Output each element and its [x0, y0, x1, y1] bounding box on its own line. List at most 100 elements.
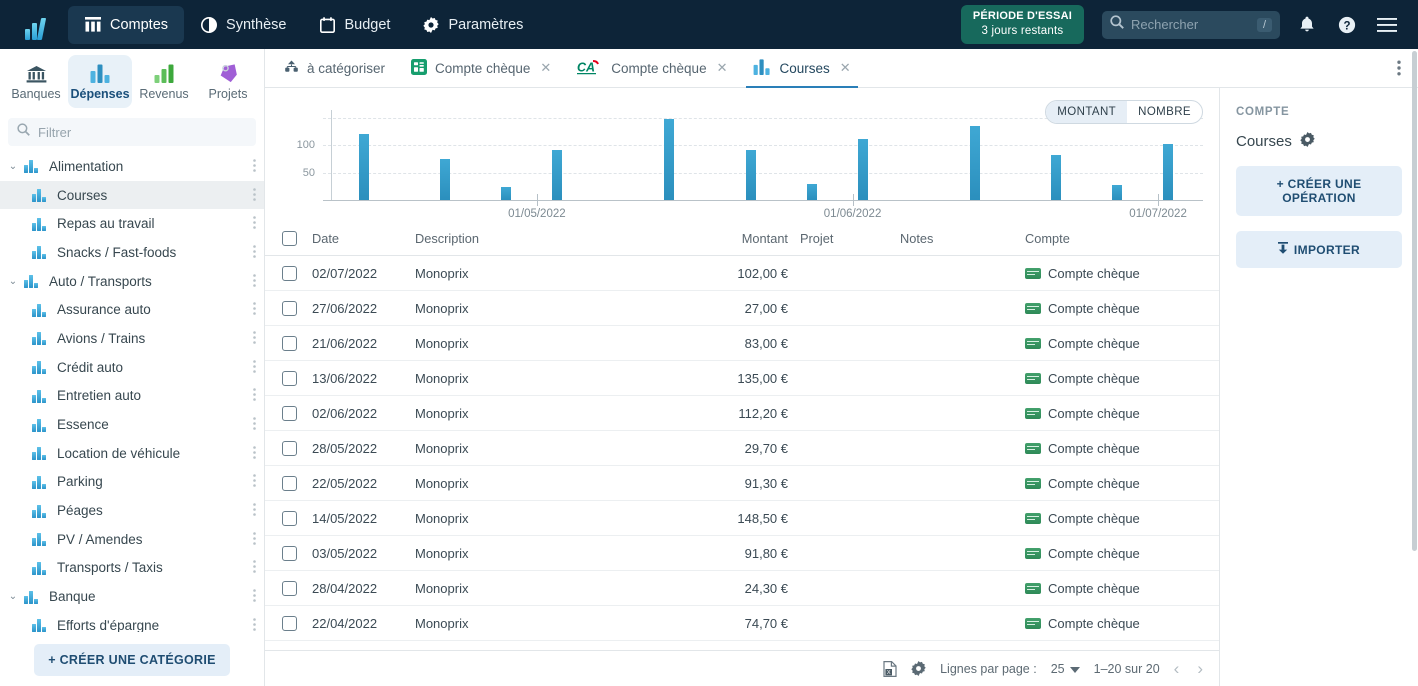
- row-checkbox[interactable]: [282, 511, 297, 526]
- table-row[interactable]: 22/05/2022Monoprix91,30 €Compte chèque: [265, 466, 1219, 501]
- select-all-checkbox[interactable]: [282, 231, 297, 246]
- table-row[interactable]: 02/07/2022Monoprix102,00 €Compte chèque: [265, 256, 1219, 291]
- chevron-down-icon[interactable]: ⌄: [6, 161, 20, 172]
- table-row[interactable]: 14/05/2022Monoprix148,50 €Compte chèque: [265, 501, 1219, 536]
- chart-bar[interactable]: [664, 119, 674, 200]
- vertical-dots-icon[interactable]: [253, 560, 256, 575]
- chart-bar[interactable]: [552, 150, 562, 200]
- table-row[interactable]: 02/06/2022Monoprix112,20 €Compte chèque: [265, 396, 1219, 431]
- vertical-dots-icon[interactable]: [253, 360, 256, 375]
- sidebar-category-item[interactable]: ⌄Banque: [0, 582, 264, 611]
- sidebar-category-item[interactable]: Essence: [0, 410, 264, 439]
- row-checkbox[interactable]: [282, 266, 297, 281]
- sidebar-mode-revenus[interactable]: Revenus: [132, 55, 196, 108]
- tab-a-categoriser[interactable]: à catégoriser: [271, 49, 398, 87]
- create-operation-button[interactable]: + CRÉER UNE OPÉRATION: [1236, 166, 1402, 216]
- sidebar-category-item[interactable]: ⌄Alimentation: [0, 152, 264, 181]
- column-header-projet[interactable]: Projet: [800, 221, 900, 256]
- close-icon[interactable]: ✕: [840, 60, 851, 76]
- chart-bar[interactable]: [858, 139, 868, 200]
- sidebar-category-item[interactable]: Snacks / Fast-foods: [0, 238, 264, 267]
- row-checkbox[interactable]: [282, 406, 297, 421]
- nav-item-parametres[interactable]: Paramètres: [406, 6, 539, 44]
- nav-item-comptes[interactable]: Comptes: [68, 6, 184, 44]
- sidebar-category-item[interactable]: Parking: [0, 468, 264, 497]
- hamburger-menu-icon[interactable]: [1370, 8, 1404, 42]
- row-checkbox[interactable]: [282, 371, 297, 386]
- vertical-dots-icon[interactable]: [253, 474, 256, 489]
- vertical-dots-icon[interactable]: [253, 159, 256, 174]
- row-checkbox[interactable]: [282, 581, 297, 596]
- chart-bar[interactable]: [1112, 185, 1122, 200]
- export-excel-icon[interactable]: X: [883, 661, 897, 677]
- table-row[interactable]: 27/06/2022Monoprix27,00 €Compte chèque: [265, 291, 1219, 326]
- sidebar-category-item[interactable]: Courses: [0, 181, 264, 210]
- search-box[interactable]: /: [1102, 11, 1280, 39]
- sidebar-filter-box[interactable]: [8, 118, 256, 146]
- bell-icon[interactable]: [1290, 8, 1324, 42]
- chart-bar[interactable]: [501, 187, 511, 200]
- row-checkbox[interactable]: [282, 441, 297, 456]
- toggle-montant[interactable]: MONTANT: [1046, 101, 1127, 123]
- chart-bar[interactable]: [359, 134, 369, 200]
- toggle-nombre[interactable]: NOMBRE: [1127, 101, 1202, 123]
- vertical-dots-icon[interactable]: [253, 331, 256, 346]
- vertical-dots-icon[interactable]: [253, 274, 256, 289]
- sidebar-category-item[interactable]: Assurance auto: [0, 295, 264, 324]
- column-header-compte[interactable]: Compte: [1025, 221, 1219, 256]
- sidebar-mode-depenses[interactable]: Dépenses: [68, 55, 132, 108]
- sidebar-category-item[interactable]: Avions / Trains: [0, 324, 264, 353]
- vertical-dots-icon[interactable]: [253, 417, 256, 432]
- chart-bar[interactable]: [746, 150, 756, 200]
- row-checkbox[interactable]: [282, 301, 297, 316]
- vertical-dots-icon[interactable]: [253, 388, 256, 403]
- chevron-right-icon[interactable]: ›: [1197, 659, 1203, 679]
- chevron-left-icon[interactable]: ‹: [1174, 659, 1180, 679]
- close-icon[interactable]: ✕: [717, 60, 728, 76]
- chart-bar[interactable]: [970, 126, 980, 200]
- chart-bar[interactable]: [440, 159, 450, 200]
- sidebar-category-item[interactable]: Location de véhicule: [0, 439, 264, 468]
- vertical-dots-icon[interactable]: [253, 589, 256, 604]
- trial-badge[interactable]: PÉRIODE D'ESSAI 3 jours restants: [961, 5, 1084, 43]
- sidebar-category-item[interactable]: Entretien auto: [0, 382, 264, 411]
- import-button[interactable]: IMPORTER: [1236, 231, 1402, 268]
- table-row[interactable]: 21/06/2022Monoprix83,00 €Compte chèque: [265, 326, 1219, 361]
- nav-item-synthese[interactable]: Synthèse: [184, 6, 302, 44]
- chart-bar[interactable]: [1051, 155, 1061, 200]
- sidebar-category-item[interactable]: Crédit auto: [0, 353, 264, 382]
- gear-icon[interactable]: [1300, 132, 1315, 151]
- table-settings-gear-icon[interactable]: [911, 661, 926, 676]
- chart-bar[interactable]: [807, 184, 817, 200]
- expenses-bar-chart[interactable]: 5010001/05/202201/06/202201/07/2022: [265, 110, 1219, 218]
- tab-compte-cheque-1[interactable]: Compte chèque ✕: [398, 49, 564, 87]
- tab-courses[interactable]: Courses ✕: [740, 49, 863, 87]
- filter-input[interactable]: [38, 125, 247, 140]
- row-checkbox[interactable]: [282, 616, 297, 631]
- sidebar-mode-projets[interactable]: Projets: [196, 55, 260, 108]
- row-checkbox[interactable]: [282, 476, 297, 491]
- table-row[interactable]: 28/05/2022Monoprix29,70 €Compte chèque: [265, 431, 1219, 466]
- vertical-dots-icon[interactable]: [253, 618, 256, 633]
- chevron-down-icon[interactable]: ⌄: [6, 591, 20, 602]
- page-scrollbar[interactable]: [1411, 49, 1418, 686]
- sidebar-mode-banques[interactable]: Banques: [4, 55, 68, 108]
- nav-item-budget[interactable]: Budget: [303, 6, 407, 44]
- tab-compte-cheque-2[interactable]: CA Compte chèque ✕: [564, 49, 740, 87]
- vertical-dots-icon[interactable]: [253, 188, 256, 203]
- column-header-date[interactable]: Date: [312, 221, 415, 256]
- column-header-notes[interactable]: Notes: [900, 221, 1025, 256]
- table-row[interactable]: 14/04/2022Monoprix121,50 €Compte chèque: [265, 641, 1219, 651]
- chevron-down-icon[interactable]: ⌄: [6, 276, 20, 287]
- table-row[interactable]: 03/05/2022Monoprix91,80 €Compte chèque: [265, 536, 1219, 571]
- table-row[interactable]: 28/04/2022Monoprix24,30 €Compte chèque: [265, 571, 1219, 606]
- vertical-dots-icon[interactable]: [253, 245, 256, 260]
- sidebar-category-item[interactable]: Transports / Taxis: [0, 554, 264, 583]
- sidebar-category-item[interactable]: Repas au travail: [0, 209, 264, 238]
- bars-logo-icon[interactable]: [14, 10, 54, 40]
- column-header-description[interactable]: Description: [415, 221, 680, 256]
- vertical-dots-icon[interactable]: [253, 532, 256, 547]
- create-category-button[interactable]: + CRÉER UNE CATÉGORIE: [34, 644, 230, 676]
- row-checkbox[interactable]: [282, 336, 297, 351]
- sidebar-category-item[interactable]: ⌄Auto / Transports: [0, 267, 264, 296]
